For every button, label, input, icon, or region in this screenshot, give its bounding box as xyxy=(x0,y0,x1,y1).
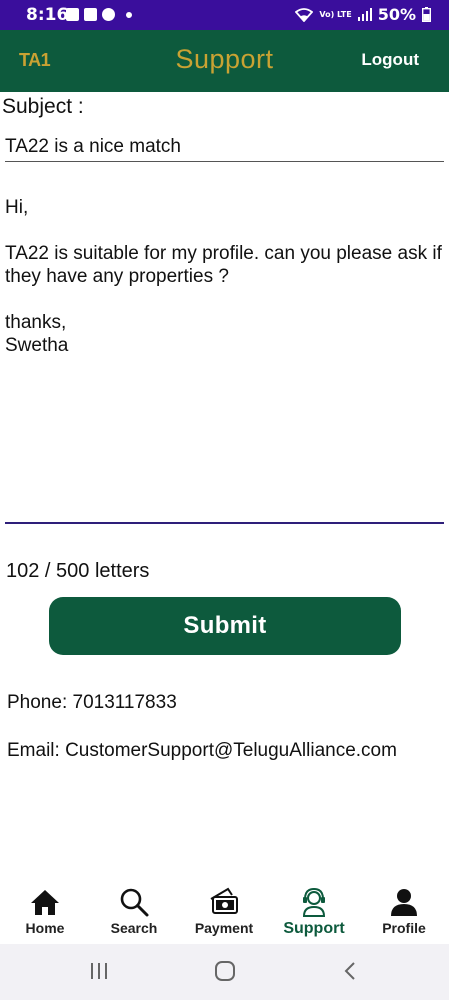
nav-item-support[interactable]: Support xyxy=(269,880,359,944)
nav-label-home: Home xyxy=(25,920,65,936)
logout-button[interactable]: Logout xyxy=(361,50,419,70)
checkbox-notification-icon xyxy=(84,8,97,21)
nav-item-home[interactable]: Home xyxy=(0,880,90,944)
network-type: Vo) LTE xyxy=(319,9,352,19)
back-icon[interactable] xyxy=(340,960,362,982)
nav-item-profile[interactable]: Profile xyxy=(359,880,449,944)
nav-item-payment[interactable]: Payment xyxy=(179,880,269,944)
subject-label: Subject : xyxy=(2,95,84,118)
nav-label-search: Search xyxy=(110,920,158,936)
home-button-icon[interactable] xyxy=(214,960,236,982)
message-textarea[interactable]: Hi, TA22 is suitable for my profile. can… xyxy=(5,196,444,524)
signal-icon xyxy=(357,8,372,21)
nav-label-payment: Payment xyxy=(194,920,254,936)
support-email: Email: CustomerSupport@TeluguAlliance.co… xyxy=(7,740,397,761)
app-header: TA1 Support Logout xyxy=(0,30,449,92)
nav-item-search[interactable]: Search xyxy=(89,880,179,944)
search-icon xyxy=(120,888,149,917)
status-bar: 8:16 Vo) LTE 50% xyxy=(0,0,449,30)
character-counter: 102 / 500 letters xyxy=(6,560,150,582)
notification-icons xyxy=(66,8,132,21)
status-right: Vo) LTE 50% xyxy=(295,5,431,24)
recent-apps-icon[interactable] xyxy=(88,960,110,982)
nav-label-support: Support xyxy=(283,920,345,937)
system-nav-bar xyxy=(0,944,449,1000)
nav-label-profile: Profile xyxy=(382,920,426,936)
status-time: 8:16 xyxy=(26,5,69,25)
more-notifications-icon xyxy=(126,11,132,18)
wifi-icon xyxy=(295,7,314,22)
subject-input[interactable] xyxy=(5,132,444,162)
bottom-nav: Home Search Payment Support Profile xyxy=(0,880,449,944)
payment-icon xyxy=(210,887,238,914)
support-phone: Phone: 7013117833 xyxy=(7,692,177,713)
profile-icon xyxy=(391,889,417,916)
support-icon xyxy=(302,887,326,917)
submit-button[interactable]: Submit xyxy=(49,597,401,655)
home-icon xyxy=(31,890,59,915)
battery-icon xyxy=(422,7,431,22)
battery-percent: 50% xyxy=(377,5,416,24)
chat-notification-icon xyxy=(102,8,115,21)
gallery-notification-icon xyxy=(66,8,79,21)
